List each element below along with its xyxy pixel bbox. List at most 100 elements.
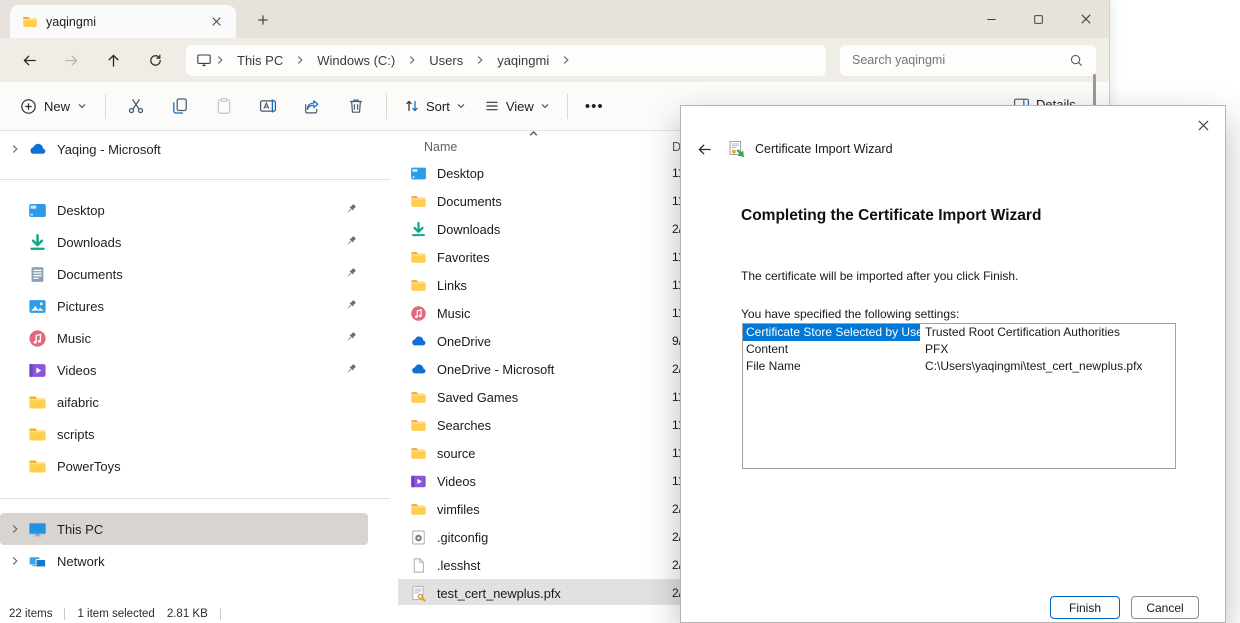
nav-back-button[interactable] — [8, 43, 50, 77]
breadcrumb-chevron[interactable] — [212, 55, 228, 65]
settings-row[interactable]: ContentPFX — [743, 341, 1175, 358]
breadcrumb-item[interactable]: This PC — [228, 53, 292, 68]
expand-chevron[interactable] — [6, 556, 24, 566]
settings-key: Certificate Store Selected by User — [743, 324, 920, 341]
breadcrumb-item[interactable]: Users — [420, 53, 472, 68]
share-button[interactable] — [290, 88, 334, 124]
copy-button[interactable] — [158, 88, 202, 124]
chevron-right-icon — [215, 55, 225, 65]
breadcrumb-chevron[interactable] — [472, 55, 488, 65]
toolbar-separator — [386, 94, 387, 119]
see-more-button[interactable]: ••• — [576, 91, 613, 122]
new-button[interactable]: New — [10, 91, 97, 122]
pin-icon — [344, 298, 358, 312]
file-name: .lesshst — [437, 558, 480, 573]
sidebar-item-documents[interactable]: Documents — [0, 258, 368, 290]
cancel-button[interactable]: Cancel — [1131, 596, 1199, 619]
chevron-right-icon — [475, 55, 485, 65]
sidebar-item-powertoys[interactable]: PowerToys — [0, 450, 368, 482]
nav-forward-button[interactable] — [50, 43, 92, 77]
dialog-back-button[interactable] — [691, 138, 717, 160]
settings-table[interactable]: Certificate Store Selected by UserTruste… — [742, 323, 1176, 469]
breadcrumb-item[interactable]: yaqingmi — [488, 53, 558, 68]
sidebar-item-aifabric[interactable]: aifabric — [0, 386, 368, 418]
cut-icon — [127, 97, 145, 115]
settings-key: Content — [743, 341, 920, 358]
sidebar-item-videos[interactable]: Videos — [0, 354, 368, 386]
sidebar-item-desktop[interactable]: Desktop — [0, 194, 368, 226]
window-close-button[interactable] — [1062, 0, 1109, 38]
certificate-wizard-icon — [727, 140, 745, 158]
finish-button[interactable]: Finish — [1050, 596, 1120, 619]
new-tab-button[interactable] — [250, 7, 276, 33]
view-lines-icon — [484, 98, 500, 114]
nav-refresh-button[interactable] — [134, 43, 176, 77]
sidebar-item-label: Videos — [57, 363, 344, 378]
status-divider — [64, 608, 65, 620]
breadcrumb-chevron[interactable] — [292, 55, 308, 65]
search-input[interactable] — [852, 53, 1069, 67]
settings-key: File Name — [743, 358, 920, 375]
pin-icon — [344, 298, 368, 315]
copy-icon — [171, 97, 189, 115]
chevron-down-icon — [456, 101, 466, 111]
sidebar-item-scripts[interactable]: scripts — [0, 418, 368, 450]
sidebar-item-this-pc[interactable]: This PC — [0, 513, 368, 545]
window-maximize-button[interactable] — [1015, 0, 1062, 38]
file-name: Searches — [437, 418, 491, 433]
nav-up-button[interactable] — [92, 43, 134, 77]
window-minimize-button[interactable] — [968, 0, 1015, 38]
sidebar-item-yaqing-microsoft[interactable]: Yaqing - Microsoft — [0, 133, 368, 165]
cut-button[interactable] — [114, 88, 158, 124]
wizard-page-title: Completing the Certificate Import Wizard — [741, 207, 1041, 225]
sort-button[interactable]: Sort — [395, 91, 475, 121]
sidebar-item-network[interactable]: Network — [0, 545, 368, 577]
pin-icon — [344, 234, 368, 251]
window-controls — [968, 0, 1109, 38]
tab-close-button[interactable] — [204, 10, 228, 34]
sidebar-item-music[interactable]: Music — [0, 322, 368, 354]
file-name: Links — [437, 278, 467, 293]
file-name: .gitconfig — [437, 530, 488, 545]
wizard-description: The certificate will be imported after y… — [741, 269, 1018, 283]
pin-icon — [344, 202, 368, 219]
expand-chevron[interactable] — [6, 524, 24, 534]
sidebar-item-label: Pictures — [57, 299, 344, 314]
tab-yaqingmi[interactable]: yaqingmi — [10, 5, 236, 38]
settings-row[interactable]: File NameC:\Users\yaqingmi\test_cert_new… — [743, 358, 1175, 375]
rename-button[interactable] — [246, 88, 290, 124]
sidebar-item-downloads[interactable]: Downloads — [0, 226, 368, 258]
onedrive-cloud-icon — [410, 361, 427, 378]
file-name: Music — [437, 306, 470, 321]
settings-row[interactable]: Certificate Store Selected by UserTruste… — [743, 324, 1175, 341]
breadcrumb-chevron[interactable] — [404, 55, 420, 65]
pin-icon — [344, 266, 368, 283]
sidebar-divider — [0, 179, 390, 180]
onedrive-cloud-icon — [410, 333, 427, 350]
monitor-icon — [196, 52, 212, 68]
dialog-close-button[interactable] — [1187, 111, 1219, 139]
desktop-icon — [28, 201, 47, 220]
back-arrow-icon — [696, 141, 713, 158]
sidebar-item-label: Downloads — [57, 235, 344, 250]
toolbar-separator — [105, 94, 106, 119]
close-icon — [211, 16, 222, 27]
view-button[interactable]: View — [475, 91, 559, 121]
tab-title: yaqingmi — [46, 15, 196, 29]
file-name: OneDrive - Microsoft — [437, 362, 554, 377]
folder-icon — [410, 501, 427, 518]
expand-chevron[interactable] — [6, 144, 24, 154]
sort-arrows-icon — [404, 98, 420, 114]
column-header-name[interactable]: Name — [424, 140, 457, 154]
folder-icon — [410, 417, 427, 434]
sidebar-item-pictures[interactable]: Pictures — [0, 290, 368, 322]
file-name: OneDrive — [437, 334, 491, 349]
breadcrumb-item[interactable]: Windows (C:) — [308, 53, 404, 68]
paste-button[interactable] — [202, 88, 246, 124]
downloads-icon — [410, 221, 427, 238]
breadcrumb-chevron[interactable] — [558, 55, 574, 65]
delete-button[interactable] — [334, 88, 378, 124]
desktop-icon — [410, 165, 427, 182]
file-icon — [410, 557, 427, 574]
back-arrow-icon — [21, 52, 38, 69]
